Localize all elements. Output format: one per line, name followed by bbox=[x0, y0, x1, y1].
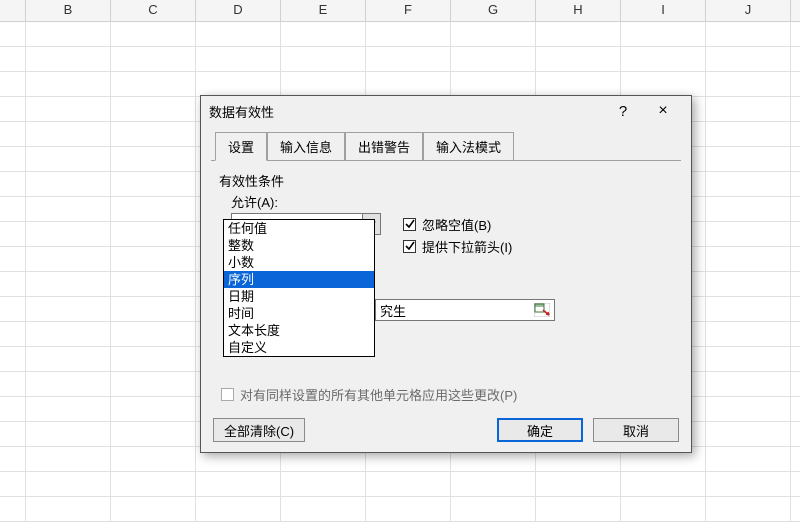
tab-input-message[interactable]: 输入信息 bbox=[267, 132, 345, 161]
tab-error-alert[interactable]: 出错警告 bbox=[345, 132, 423, 161]
allow-option[interactable]: 整数 bbox=[224, 237, 374, 254]
allow-option[interactable]: 小数 bbox=[224, 254, 374, 271]
tab-ime-mode[interactable]: 输入法模式 bbox=[423, 132, 514, 161]
checkbox-icon bbox=[221, 388, 234, 401]
col-header[interactable]: D bbox=[196, 0, 281, 21]
cancel-button[interactable]: 取消 bbox=[593, 418, 679, 442]
col-header[interactable]: C bbox=[111, 0, 196, 21]
ignore-blank-label: 忽略空值(B) bbox=[422, 215, 491, 234]
col-header[interactable]: G bbox=[451, 0, 536, 21]
in-cell-dropdown-checkbox[interactable]: 提供下拉箭头(I) bbox=[403, 235, 512, 257]
apply-all-checkbox[interactable]: 对有同样设置的所有其他单元格应用这些更改(P) bbox=[221, 385, 517, 404]
allow-option[interactable]: 时间 bbox=[224, 305, 374, 322]
source-value: 究生 bbox=[376, 301, 532, 320]
checkbox-icon bbox=[403, 240, 416, 253]
col-header[interactable]: I bbox=[621, 0, 706, 21]
in-cell-dropdown-label: 提供下拉箭头(I) bbox=[422, 237, 512, 256]
apply-all-label: 对有同样设置的所有其他单元格应用这些更改(P) bbox=[240, 385, 517, 404]
allow-option-selected[interactable]: 序列 bbox=[224, 271, 374, 288]
allow-option[interactable]: 日期 bbox=[224, 288, 374, 305]
dialog-title: 数据有效性 bbox=[209, 102, 603, 121]
col-header[interactable]: E bbox=[281, 0, 366, 21]
ignore-blank-checkbox[interactable]: 忽略空值(B) bbox=[403, 213, 512, 235]
range-picker-icon[interactable] bbox=[532, 301, 552, 319]
column-header-row: B C D E F G H I J bbox=[0, 0, 800, 22]
col-header[interactable]: H bbox=[536, 0, 621, 21]
checkbox-icon bbox=[403, 218, 416, 231]
source-input[interactable]: 究生 bbox=[375, 299, 555, 321]
tab-strip: 设置 输入信息 出错警告 输入法模式 bbox=[215, 132, 681, 161]
ok-button[interactable]: 确定 bbox=[497, 418, 583, 442]
col-header[interactable]: J bbox=[706, 0, 791, 21]
corner-cell bbox=[0, 0, 26, 21]
col-header[interactable]: F bbox=[366, 0, 451, 21]
tab-settings[interactable]: 设置 bbox=[215, 132, 267, 161]
allow-option[interactable]: 任何值 bbox=[224, 220, 374, 237]
criteria-label: 有效性条件 bbox=[219, 171, 673, 190]
close-button[interactable]: × bbox=[643, 97, 683, 125]
col-header[interactable]: B bbox=[26, 0, 111, 21]
settings-panel: 有效性条件 允许(A): 序列 忽略空值(B) bbox=[211, 160, 681, 418]
data-validation-dialog: 数据有效性 ? × 设置 输入信息 出错警告 输入法模式 有效性条件 允许(A)… bbox=[200, 95, 692, 453]
dialog-buttons: 全部清除(C) 确定 取消 bbox=[213, 418, 679, 442]
allow-label: 允许(A): bbox=[231, 192, 673, 211]
titlebar[interactable]: 数据有效性 ? × bbox=[201, 96, 691, 126]
clear-all-button[interactable]: 全部清除(C) bbox=[213, 418, 305, 442]
allow-option[interactable]: 自定义 bbox=[224, 339, 374, 356]
allow-option[interactable]: 文本长度 bbox=[224, 322, 374, 339]
help-button[interactable]: ? bbox=[603, 97, 643, 125]
allow-dropdown-list[interactable]: 任何值 整数 小数 序列 日期 时间 文本长度 自定义 bbox=[223, 219, 375, 357]
